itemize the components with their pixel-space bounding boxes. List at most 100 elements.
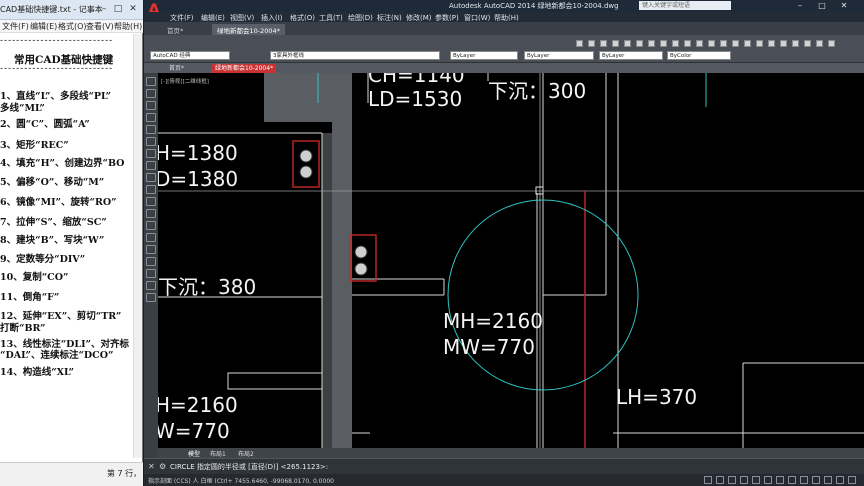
lineweight-icon[interactable]	[800, 476, 808, 484]
revision-cloud-icon[interactable]	[146, 161, 156, 170]
wall-block	[264, 117, 332, 122]
menu-format[interactable]: 格式(O)	[58, 21, 87, 32]
sheet-set-icon[interactable]	[792, 40, 799, 47]
insert-block-icon[interactable]	[146, 209, 156, 218]
maximize-icon[interactable]: □	[816, 0, 828, 11]
snap-icon[interactable]	[704, 476, 712, 484]
arc-icon[interactable]	[146, 137, 156, 146]
plotstyle-select[interactable]: ByColor	[667, 51, 731, 60]
close-icon[interactable]: ✕	[838, 0, 850, 11]
circle-icon[interactable]	[146, 149, 156, 158]
gradient-icon[interactable]	[146, 257, 156, 266]
notepad-line: 4、填充“H”、创建边界“BO	[0, 158, 125, 169]
drawing-canvas[interactable]: [-][俯视][二维线框] CH=1140 LD=1530 下沉：300 H=1…	[158, 73, 864, 448]
dim-label: D=1380	[158, 167, 239, 191]
separator-line: ----------------------------	[0, 36, 114, 46]
ducs-icon[interactable]	[776, 476, 784, 484]
tab-layout2[interactable]: 布局2	[238, 449, 254, 458]
markup-icon[interactable]	[804, 40, 811, 47]
line-icon[interactable]	[146, 77, 156, 86]
linetype-select[interactable]: ByLayer	[524, 51, 594, 60]
settings-icon[interactable]: ⚙	[159, 462, 166, 471]
notepad-line: 8、建块“B”、写块“W”	[0, 235, 105, 246]
tab-model[interactable]: 模型	[188, 449, 200, 458]
help-icon[interactable]	[828, 40, 835, 47]
close-icon[interactable]: ✕	[148, 462, 155, 471]
ortho-icon[interactable]	[728, 476, 736, 484]
match-properties-icon[interactable]	[672, 40, 679, 47]
properties-icon[interactable]	[756, 40, 763, 47]
new-icon[interactable]	[576, 40, 583, 47]
menu-file[interactable]: 文件(F)	[2, 21, 29, 32]
polygon-icon[interactable]	[146, 113, 156, 122]
construction-line-icon[interactable]	[146, 89, 156, 98]
outlet-circle	[354, 262, 368, 276]
make-block-icon[interactable]	[146, 221, 156, 230]
polar-icon[interactable]	[740, 476, 748, 484]
tool-palette-icon[interactable]	[780, 40, 787, 47]
transparency-icon[interactable]	[812, 476, 820, 484]
doc-tab-drawing[interactable]: 绿地新都会10-2004*	[212, 64, 277, 73]
notepad-scrollbar[interactable]	[133, 34, 142, 458]
tab-home[interactable]: 首页*	[162, 24, 188, 35]
mtext-icon[interactable]	[146, 293, 156, 302]
viewport-controls[interactable]: [-][俯视][二维线框]	[161, 77, 209, 85]
hatch-icon[interactable]	[146, 245, 156, 254]
command-line[interactable]: ✕ ⚙ CIRCLE 指定圆的半径或 [直径(D)] <265.1123>:	[144, 458, 864, 474]
dyn-icon[interactable]	[788, 476, 796, 484]
menu-view[interactable]: 查看(V)	[86, 21, 114, 32]
region-icon[interactable]	[146, 269, 156, 278]
rectangle-icon[interactable]	[146, 125, 156, 134]
notepad-text-area[interactable]: ---------------------------- 常用CAD基础快捷键 …	[0, 34, 132, 458]
zoom-window-icon[interactable]	[732, 40, 739, 47]
copy-icon[interactable]	[648, 40, 655, 47]
zoom-previous-icon[interactable]	[744, 40, 751, 47]
doc-tab-home[interactable]: 首页*	[166, 64, 187, 73]
preview-icon[interactable]	[624, 40, 631, 47]
color-select[interactable]: ByLayer	[450, 51, 518, 60]
tab-layout1[interactable]: 布局1	[210, 449, 226, 458]
undo-icon[interactable]	[684, 40, 691, 47]
ellipse-icon[interactable]	[146, 185, 156, 194]
paste-icon[interactable]	[660, 40, 667, 47]
table-icon[interactable]	[146, 281, 156, 290]
ellipse-arc-icon[interactable]	[146, 197, 156, 206]
workspace-icon[interactable]	[848, 476, 856, 484]
print-icon[interactable]	[612, 40, 619, 47]
workspace-select[interactable]: AutoCAD 经典	[150, 51, 230, 60]
command-prompt[interactable]: CIRCLE 指定圆的半径或 [直径(D)] <265.1123>:	[170, 462, 328, 472]
open-icon[interactable]	[588, 40, 595, 47]
polyline-icon[interactable]	[146, 101, 156, 110]
notepad-line: 2、圆“C”、圆弧“A”	[0, 119, 90, 130]
selection-cycling-icon[interactable]	[836, 476, 844, 484]
maximize-icon[interactable]: □	[111, 3, 125, 15]
quick-properties-icon[interactable]	[824, 476, 832, 484]
autocad-menubar: 文件(F) 编辑(E) 视图(V) 插入(I) 格式(O) 工具(T) 绘图(D…	[144, 12, 864, 22]
layer-select[interactable]: 3家具外框线	[270, 51, 440, 60]
design-center-icon[interactable]	[768, 40, 775, 47]
tab-current-drawing[interactable]: 绿地新都会10-2004*	[212, 24, 285, 35]
spline-icon[interactable]	[146, 173, 156, 182]
cut-icon[interactable]	[636, 40, 643, 47]
lineweight-select[interactable]: ByLayer	[599, 51, 663, 60]
redo-icon[interactable]	[696, 40, 703, 47]
otrack-icon[interactable]	[764, 476, 772, 484]
search-input[interactable]: 键入关键字或短语	[639, 1, 731, 10]
close-icon[interactable]: ✕	[126, 3, 140, 15]
save-icon[interactable]	[600, 40, 607, 47]
point-icon[interactable]	[146, 233, 156, 242]
calculator-icon[interactable]	[816, 40, 823, 47]
notepad-titlebar[interactable]: CAD基础快捷键.txt - 记事本 – □ ✕	[0, 0, 143, 20]
pickbox	[535, 186, 544, 195]
menu-help[interactable]: 帮助(H)	[114, 21, 142, 32]
autocad-titlebar[interactable]: Autodesk AutoCAD 2014 绿地新都会10-2004.dwg 键…	[144, 0, 864, 12]
menu-edit[interactable]: 编辑(E)	[30, 21, 57, 32]
dim-label: H=1380	[158, 141, 238, 165]
minimize-icon[interactable]: –	[97, 3, 111, 15]
osnap-icon[interactable]	[752, 476, 760, 484]
minimize-icon[interactable]: –	[794, 0, 806, 11]
grid-icon[interactable]	[716, 476, 724, 484]
zoom-icon[interactable]	[720, 40, 727, 47]
pan-icon[interactable]	[708, 40, 715, 47]
notepad-line: 7、拉伸“S”、缩放“SC”	[0, 217, 107, 228]
